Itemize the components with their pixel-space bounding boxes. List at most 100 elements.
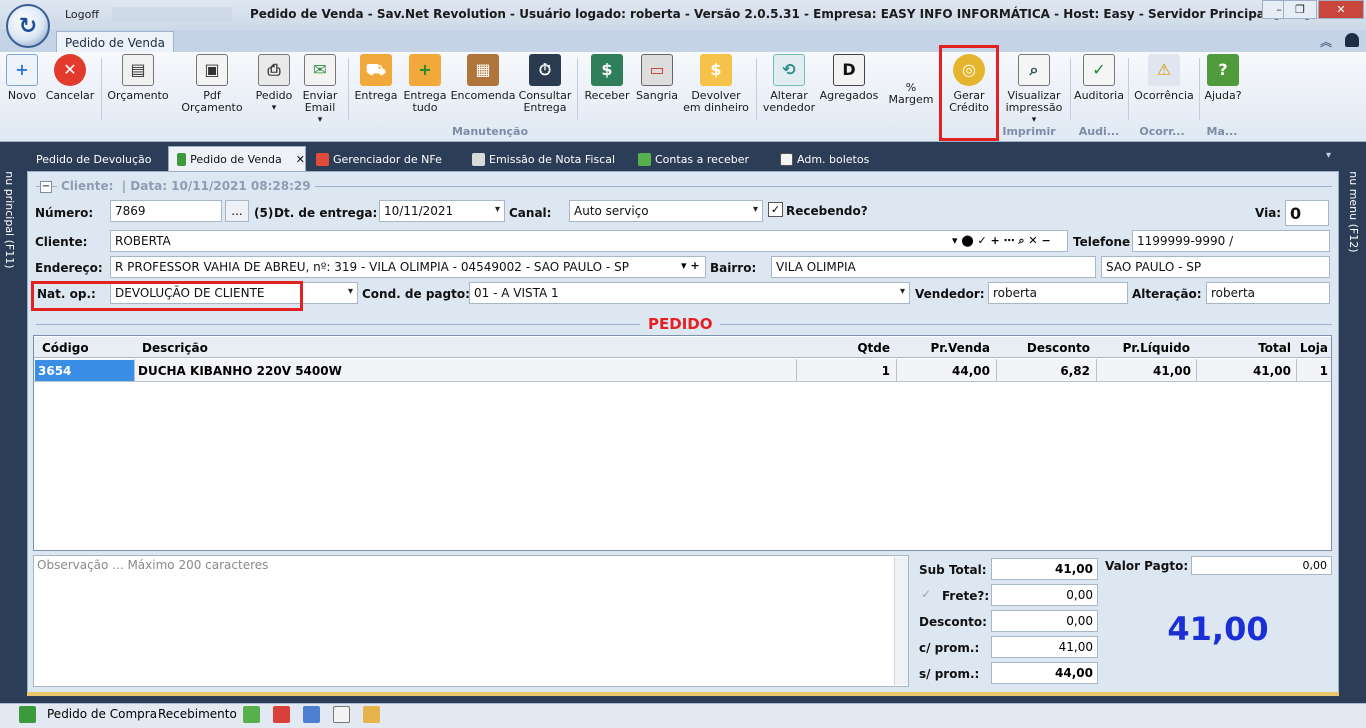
tab-emissao-de-nota-fiscal[interactable]: Emissão de Nota Fiscal (472, 148, 615, 170)
group-auditoria: Audi... (1078, 125, 1120, 138)
auditoria-button[interactable]: ✓ Auditoria (1074, 54, 1124, 126)
truck-icon: ⛟ (360, 54, 392, 86)
document-add-icon[interactable] (303, 706, 320, 723)
tab-adm-boletos[interactable]: Adm. boletos (780, 148, 869, 170)
cell-divider (896, 359, 897, 382)
consultar-entrega-button[interactable]: ⏱ Consultar Entrega (518, 54, 572, 126)
frete-checkbox[interactable]: ✓ (921, 587, 935, 601)
sprom-field[interactable]: 44,00 (991, 662, 1098, 684)
tabs-menu-icon[interactable]: ▾ (1326, 150, 1331, 161)
enviar-email-button[interactable]: ✉ Enviar Email ▾ (297, 54, 343, 126)
cancelar-button[interactable]: ✕ Cancelar (46, 54, 94, 126)
entrega-button[interactable]: ⛟ Entrega (354, 54, 398, 126)
numero-field[interactable]: 7869 (110, 200, 222, 222)
endereco-field[interactable]: R PROFESSOR VAHIA DE ABREU, nº: 319 - VI… (110, 256, 706, 278)
visualizar-impressao-button[interactable]: ⌕ Visualizar impressão ▾ (1003, 54, 1065, 126)
col-pr-venda[interactable]: Pr.Venda (900, 338, 990, 357)
tab-pedido-de-venda[interactable]: Pedido de Venda ✕ (168, 146, 306, 171)
devolver-em-dinheiro-button[interactable]: $ Devolver em dinheiro (683, 54, 749, 126)
cond-pagto-select[interactable]: 01 - A VISTA 1 (469, 282, 910, 304)
nfe-icon (316, 152, 329, 166)
tab-close-icon[interactable]: ✕ (296, 153, 305, 166)
bell-icon[interactable] (1345, 33, 1359, 47)
recebimento-link[interactable]: Recebimento (158, 707, 237, 721)
subtotal-field[interactable]: 41,00 (991, 558, 1098, 580)
tab-contas-a-receber[interactable]: Contas a receber (638, 148, 749, 170)
user-document-icon[interactable] (363, 706, 380, 723)
encomenda-button[interactable]: ▦ Encomenda (451, 54, 515, 126)
close-button[interactable]: ✕ (1318, 0, 1364, 19)
desconto-field[interactable]: 0,00 (991, 610, 1098, 632)
sangria-button[interactable]: ▭ Sangria (635, 54, 679, 126)
telefone-label: Telefone (1073, 235, 1131, 249)
menu-menu-sidebar[interactable]: Menu menu (F12) (1344, 143, 1366, 703)
spreadsheet-red-icon[interactable] (273, 706, 290, 723)
pedido-compra-icon[interactable] (19, 706, 36, 723)
observacao-textarea[interactable] (33, 555, 909, 687)
dt-entrega-field[interactable]: 10/11/2021 (379, 200, 505, 222)
group-ajuda: Ma... (1206, 125, 1238, 138)
menu-principal-sidebar[interactable]: Menu principal (F11) (0, 143, 22, 703)
frete-field[interactable]: 0,00 (991, 584, 1098, 606)
cell-loja[interactable]: 1 (1296, 360, 1328, 381)
cell-total[interactable]: 41,00 (1200, 360, 1291, 381)
telefone-field[interactable]: 1199999-9990 / (1132, 230, 1330, 252)
observacao-scrollbar[interactable] (894, 557, 908, 685)
cliente-field[interactable]: ROBERTA (110, 230, 1068, 252)
ajuda-button[interactable]: ? Ajuda? (1203, 54, 1243, 126)
alterar-vendedor-button[interactable]: ⟲ Alterar vendedor (762, 54, 816, 126)
collapse-toggle-icon[interactable]: − (40, 181, 52, 193)
maximize-button[interactable]: ❐ (1283, 0, 1317, 19)
ribbon-tab-pedido-de-venda[interactable]: Pedido de Venda (56, 31, 174, 53)
browse-button[interactable]: ... (225, 200, 249, 222)
col-total[interactable]: Total (1200, 338, 1291, 357)
document-icon[interactable] (333, 706, 350, 723)
margem-button[interactable]: % Margem (882, 54, 940, 126)
cprom-field[interactable]: 41,00 (991, 636, 1098, 658)
pdf-orcamento-button[interactable]: ▣ Pdf Orçamento (172, 54, 252, 126)
app-logo-icon[interactable]: ↻ (6, 4, 50, 48)
novo-button[interactable]: + Novo (4, 54, 40, 126)
col-codigo[interactable]: Código (42, 338, 89, 357)
spreadsheet-green-icon[interactable] (243, 706, 260, 723)
tab-gerenciador-de-nfe[interactable]: Gerenciador de NFe (316, 148, 442, 170)
pedido-button[interactable]: ⎙ Pedido ▾ (254, 54, 294, 126)
cell-codigo[interactable]: 3654 (35, 360, 134, 381)
col-qtde[interactable]: Qtde (800, 338, 890, 357)
canal-select[interactable]: Auto serviço (569, 200, 763, 222)
cell-descricao[interactable]: DUCHA KIBANHO 220V 5400W (138, 360, 342, 381)
ocorrencia-button[interactable]: ⚠ Ocorrência (1132, 54, 1196, 126)
endereco-tools-icon[interactable]: ▾ + (681, 259, 700, 272)
col-desconto[interactable]: Desconto (1000, 338, 1090, 357)
ribbon-collapse-icon[interactable]: ︽ (1320, 33, 1332, 50)
cliente-tools-icon[interactable]: ▾ ⬤ ✓ + ⋯ ⌕ ✕ − (952, 234, 1051, 248)
pedido-compra-link[interactable]: Pedido de Compra (47, 707, 157, 721)
alteracao-field[interactable]: roberta (1206, 282, 1330, 304)
cidade-field[interactable]: SAO PAULO - SP (1101, 256, 1330, 278)
valor-pagto-field[interactable]: 0,00 (1191, 556, 1332, 575)
logoff-link[interactable]: Logoff (65, 8, 99, 21)
col-descricao[interactable]: Descrição (142, 338, 208, 357)
ribbon-tabstrip (0, 30, 1366, 52)
cell-pr-liquido[interactable]: 41,00 (1100, 360, 1191, 381)
tab-pedido-de-devolucao[interactable]: Pedido de Devolução (36, 148, 152, 170)
col-loja[interactable]: Loja (1296, 338, 1328, 357)
canal-label: Canal: (509, 206, 552, 220)
bairro-field[interactable]: VILA OLIMPIA (771, 256, 1096, 278)
cell-divider (1196, 359, 1197, 382)
agregados-button[interactable]: D Agregados (820, 54, 878, 126)
col-pr-liquido[interactable]: Pr.Líquido (1100, 338, 1190, 357)
cprom-label: c/ prom.: (919, 641, 980, 655)
cell-qtde[interactable]: 1 (800, 360, 890, 381)
recebendo-checkbox[interactable]: ✓ (768, 202, 783, 217)
vendedor-field[interactable]: roberta (988, 282, 1128, 304)
cell-pr-venda[interactable]: 44,00 (900, 360, 990, 381)
receber-button[interactable]: $ Receber (583, 54, 631, 126)
orcamento-button[interactable]: ▤ Orçamento (106, 54, 170, 126)
via-field[interactable]: 0 (1285, 200, 1329, 226)
barcode-icon (780, 152, 793, 166)
group-imprimir: Imprimir (1002, 125, 1056, 138)
cash-register-icon: $ (591, 54, 623, 86)
cell-desconto[interactable]: 6,82 (1000, 360, 1090, 381)
entrega-tudo-button[interactable]: + Entrega tudo (402, 54, 448, 126)
